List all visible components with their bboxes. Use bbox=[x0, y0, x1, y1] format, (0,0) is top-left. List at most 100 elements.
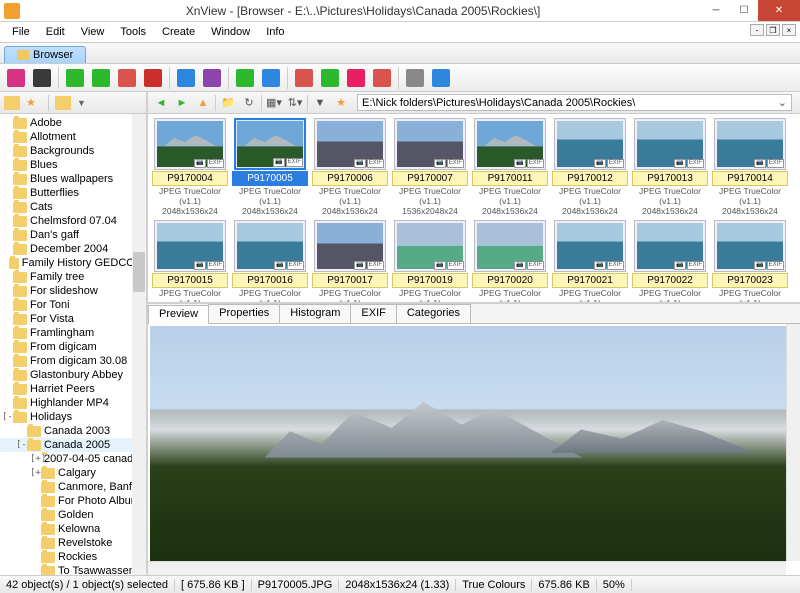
toolbar-button-4[interactable] bbox=[89, 66, 113, 90]
open-folder-icon[interactable]: 📁 bbox=[219, 94, 237, 112]
mdi-restore[interactable]: ❐ bbox=[766, 24, 780, 36]
favorite-icon[interactable]: ★ bbox=[26, 96, 42, 110]
tree-item[interactable]: Family tree bbox=[0, 270, 146, 284]
toolbar-button-5[interactable] bbox=[115, 66, 139, 90]
tree-item[interactable]: Backgrounds bbox=[0, 144, 146, 158]
tree-item[interactable]: Kelowna bbox=[0, 522, 146, 536]
close-button[interactable]: ✕ bbox=[758, 0, 800, 21]
minimize-button[interactable]: ─ bbox=[702, 0, 730, 21]
expand-icon[interactable]: [+] bbox=[30, 466, 41, 480]
star-icon[interactable]: ★ bbox=[332, 94, 350, 112]
tree-item[interactable]: Canmore, Banff bbox=[0, 480, 146, 494]
thumbnail[interactable]: 📷EXIFP9170021JPEG TrueColor (v1.1)2048x1… bbox=[552, 220, 628, 304]
nav-up-icon[interactable]: ▲ bbox=[194, 94, 212, 112]
toolbar-button-16[interactable] bbox=[344, 66, 368, 90]
address-bar[interactable]: E:\Nick folders\Pictures\Holidays\Canada… bbox=[357, 94, 792, 111]
menu-view[interactable]: View bbox=[73, 24, 113, 40]
menu-tools[interactable]: Tools bbox=[112, 24, 154, 40]
thumbnail[interactable]: 📷EXIFP9170017JPEG TrueColor (v1.1)2048x1… bbox=[312, 220, 388, 304]
toolbar-button-11[interactable] bbox=[233, 66, 257, 90]
browser-tab[interactable]: Browser bbox=[4, 46, 86, 63]
mdi-close[interactable]: × bbox=[782, 24, 796, 36]
thumbnail[interactable]: 📷EXIFP9170007JPEG TrueColor (v1.1)1536x2… bbox=[392, 118, 468, 216]
tree-item[interactable]: Adobe bbox=[0, 116, 146, 130]
tree-item[interactable]: Cats bbox=[0, 200, 146, 214]
menu-file[interactable]: File bbox=[4, 24, 38, 40]
tree-item[interactable]: [+]2007-04-05 canada 20 bbox=[0, 452, 146, 466]
thumbnail[interactable]: 📷EXIFP9170005JPEG TrueColor (v1.1)2048x1… bbox=[232, 118, 308, 216]
thumbnail[interactable]: 📷EXIFP9170014JPEG TrueColor (v1.1)2048x1… bbox=[712, 118, 788, 216]
toolbar-button-8[interactable] bbox=[174, 66, 198, 90]
tree-item[interactable]: Framlingham bbox=[0, 326, 146, 340]
thumbnail[interactable]: 📷EXIFP9170019JPEG TrueColor (v1.1)1536x2… bbox=[392, 220, 468, 304]
maximize-button[interactable]: ☐ bbox=[730, 0, 758, 21]
thumbnail[interactable]: 📷EXIFP9170012JPEG TrueColor (v1.1)2048x1… bbox=[552, 118, 628, 216]
toolbar-button-6[interactable] bbox=[141, 66, 165, 90]
toolbar-button-20[interactable] bbox=[429, 66, 453, 90]
tree-item[interactable]: For Vista bbox=[0, 312, 146, 326]
tree-item[interactable]: For Toni bbox=[0, 298, 146, 312]
tree-item[interactable]: Family History GEDCOM bbox=[0, 256, 146, 270]
toolbar-button-12[interactable] bbox=[259, 66, 283, 90]
tree-item[interactable]: [-]Canada 2005 bbox=[0, 438, 146, 452]
preview-viewport[interactable] bbox=[148, 324, 800, 575]
thumbnail[interactable]: 📷EXIFP9170004JPEG TrueColor (v1.1)2048x1… bbox=[152, 118, 228, 216]
menu-window[interactable]: Window bbox=[203, 24, 258, 40]
toolbar-button-19[interactable] bbox=[403, 66, 427, 90]
thumbnail[interactable]: 📷EXIFP9170013JPEG TrueColor (v1.1)2048x1… bbox=[632, 118, 708, 216]
toolbar-button-0[interactable] bbox=[4, 66, 28, 90]
preview-tab-preview[interactable]: Preview bbox=[148, 305, 209, 324]
tree-scrollbar[interactable] bbox=[132, 114, 146, 575]
filter-icon[interactable]: ▼ bbox=[311, 94, 329, 112]
tree-item[interactable]: Harriet Peers bbox=[0, 382, 146, 396]
sort-icon[interactable]: ⇅▾ bbox=[286, 94, 304, 112]
preview-tab-categories[interactable]: Categories bbox=[396, 304, 471, 323]
expand-icon[interactable]: [-] bbox=[2, 410, 13, 424]
tree-item[interactable]: For Photo Album bbox=[0, 494, 146, 508]
expand-icon[interactable]: [-] bbox=[16, 438, 27, 452]
tree-item[interactable]: December 2004 bbox=[0, 242, 146, 256]
menu-info[interactable]: Info bbox=[258, 24, 292, 40]
tree-item[interactable]: Blues wallpapers bbox=[0, 172, 146, 186]
view-mode-icon[interactable]: ▦▾ bbox=[265, 94, 283, 112]
tree-item[interactable]: Canada 2003 bbox=[0, 424, 146, 438]
tree-item[interactable]: To Tsawwassen bbox=[0, 564, 146, 575]
tree-item[interactable]: [-]Holidays bbox=[0, 410, 146, 424]
nav-refresh-icon[interactable]: ↻ bbox=[240, 94, 258, 112]
expand-icon[interactable]: [+] bbox=[30, 452, 41, 466]
menu-create[interactable]: Create bbox=[154, 24, 203, 40]
preview-scroll-h[interactable] bbox=[148, 561, 786, 575]
refresh-icon[interactable] bbox=[55, 96, 71, 110]
thumbnail[interactable]: 📷EXIFP9170016JPEG TrueColor (v1.1)2048x1… bbox=[232, 220, 308, 304]
tree-item[interactable]: Revelstoke bbox=[0, 536, 146, 550]
new-folder-icon[interactable] bbox=[4, 96, 20, 110]
thumbnail[interactable]: 📷EXIFP9170011JPEG TrueColor (v1.1)2048x1… bbox=[472, 118, 548, 216]
tree-item[interactable]: From digicam 30.08 bbox=[0, 354, 146, 368]
preview-tab-histogram[interactable]: Histogram bbox=[279, 304, 351, 323]
preview-tab-properties[interactable]: Properties bbox=[208, 304, 280, 323]
toolbar-button-17[interactable] bbox=[370, 66, 394, 90]
tree-item[interactable]: From digicam bbox=[0, 340, 146, 354]
mdi-minimize[interactable]: - bbox=[750, 24, 764, 36]
nav-back-icon[interactable]: ◄ bbox=[152, 94, 170, 112]
thumbnail[interactable]: 📷EXIFP9170006JPEG TrueColor (v1.1)2048x1… bbox=[312, 118, 388, 216]
preview-tab-exif[interactable]: EXIF bbox=[350, 304, 396, 323]
toolbar-button-9[interactable] bbox=[200, 66, 224, 90]
thumbnail[interactable]: 📷EXIFP9170023JPEG TrueColor (v1.1)1536x2… bbox=[712, 220, 788, 304]
toolbar-button-3[interactable] bbox=[63, 66, 87, 90]
thumbnail[interactable]: 📷EXIFP9170022JPEG TrueColor (v1.1)2048x1… bbox=[632, 220, 708, 304]
thumbnail[interactable]: 📷EXIFP9170015JPEG TrueColor (v1.1)2048x1… bbox=[152, 220, 228, 304]
toolbar-button-15[interactable] bbox=[318, 66, 342, 90]
tree-item[interactable]: Blues bbox=[0, 158, 146, 172]
tree-item[interactable]: [+]Calgary bbox=[0, 466, 146, 480]
address-dropdown-icon[interactable]: ⌄ bbox=[778, 96, 787, 109]
tree-item[interactable]: Glastonbury Abbey bbox=[0, 368, 146, 382]
tree-item[interactable]: Chelmsford 07.04 bbox=[0, 214, 146, 228]
tree-item[interactable]: Allotment bbox=[0, 130, 146, 144]
tree-item[interactable]: Dan's gaff bbox=[0, 228, 146, 242]
toolbar-button-14[interactable] bbox=[292, 66, 316, 90]
nav-forward-icon[interactable]: ► bbox=[173, 94, 191, 112]
tree-item[interactable]: Butterflies bbox=[0, 186, 146, 200]
preview-scroll-v[interactable] bbox=[786, 324, 800, 561]
tree-item[interactable]: Rockies bbox=[0, 550, 146, 564]
